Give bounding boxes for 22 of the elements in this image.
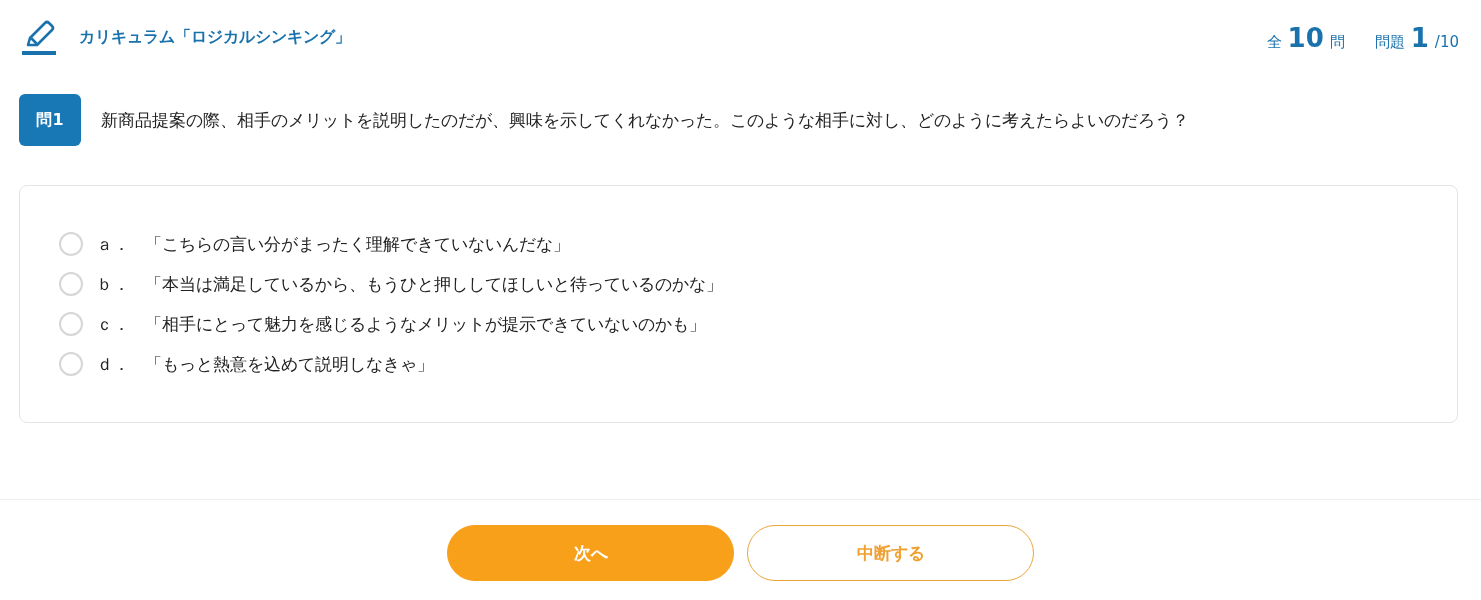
progress-total: /10: [1434, 32, 1459, 51]
option-letter: ｃ．: [96, 312, 131, 336]
pencil-icon: [22, 19, 56, 56]
progress-current: 1: [1410, 22, 1429, 53]
total-suffix: 問: [1329, 32, 1345, 52]
radio-button[interactable]: [59, 352, 83, 376]
total-prefix: 全: [1266, 32, 1282, 52]
progress-label: 問題: [1374, 32, 1405, 52]
radio-button[interactable]: [59, 232, 83, 256]
option-text[interactable]: 「もっと熱意を込めて説明しなきゃ」: [145, 352, 434, 376]
question-number-badge: 問1: [19, 94, 81, 146]
option-letter: ａ．: [96, 232, 131, 256]
total-count: 10: [1287, 22, 1324, 53]
option-letter: ｄ．: [96, 352, 131, 376]
option-text[interactable]: 「こちらの言い分がまったく理解できていないんだな」: [145, 232, 570, 256]
option-letter: ｂ．: [96, 272, 131, 296]
question-text: 新商品提案の際、相手のメリットを説明したのだが、興味を示してくれなかった。このような相手に対し、どのように考えたらよいのだろう？: [101, 108, 1189, 132]
option-text[interactable]: 「本当は満足しているから、もうひと押ししてほしいと待っているのかな」: [145, 272, 723, 296]
option-text[interactable]: 「相手にとって魅力を感じるようなメリットが提示できていないのかも」: [145, 312, 706, 336]
radio-button[interactable]: [59, 312, 83, 336]
radio-button[interactable]: [59, 272, 83, 296]
curriculum-title: カリキュラム「ロジカルシンキング」: [79, 27, 351, 48]
